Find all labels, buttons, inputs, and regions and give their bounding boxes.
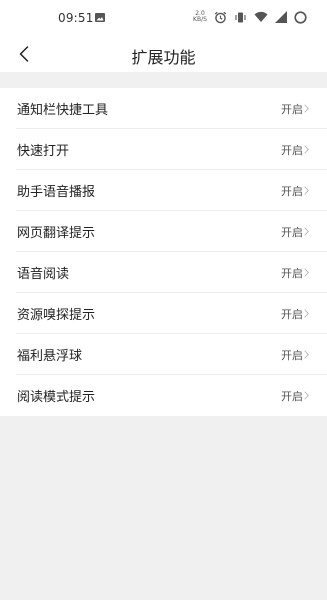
settings-item-notification-shortcuts[interactable]: 通知栏快捷工具 开启 bbox=[0, 88, 327, 129]
settings-item-value: 开启 bbox=[281, 102, 303, 116]
settings-item-label: 资源嗅探提示 bbox=[17, 308, 96, 323]
settings-item-label: 福利悬浮球 bbox=[17, 349, 83, 364]
settings-item-value: 开启 bbox=[281, 307, 303, 321]
settings-item-voice-reading[interactable]: 语音阅读 开启 bbox=[0, 252, 327, 293]
section-spacer bbox=[0, 72, 327, 88]
status-time: 09:51 bbox=[58, 11, 94, 25]
status-bar: 09:51 2.0 KB/S bbox=[0, 0, 327, 36]
cellular-signal-icon bbox=[275, 11, 287, 23]
settings-item-welfare-ball[interactable]: 福利悬浮球 开启 bbox=[0, 334, 327, 375]
settings-item-label: 通知栏快捷工具 bbox=[17, 103, 109, 118]
chevron-right-icon bbox=[304, 227, 309, 236]
settings-item-value: 开启 bbox=[281, 184, 303, 198]
settings-item-voice-broadcast[interactable]: 助手语音播报 开启 bbox=[0, 170, 327, 211]
settings-list: 通知栏快捷工具 开启 快速打开 开启 助手语音播报 开启 网页翻译提示 开启 语… bbox=[0, 88, 327, 416]
network-speed-indicator: 2.0 KB/S bbox=[193, 11, 207, 23]
battery-icon bbox=[294, 10, 307, 24]
wifi-icon bbox=[254, 11, 268, 22]
settings-item-value: 开启 bbox=[281, 225, 303, 239]
chevron-right-icon bbox=[304, 145, 309, 154]
status-icons: 2.0 KB/S bbox=[193, 9, 307, 25]
settings-item-label: 网页翻译提示 bbox=[17, 226, 96, 241]
settings-item-value: 开启 bbox=[281, 143, 303, 157]
settings-item-label: 助手语音播报 bbox=[17, 185, 96, 200]
settings-item-label: 快速打开 bbox=[17, 144, 70, 159]
chevron-right-icon bbox=[304, 186, 309, 195]
settings-item-label: 阅读模式提示 bbox=[17, 390, 96, 405]
image-notification-icon bbox=[95, 13, 105, 22]
chevron-right-icon bbox=[304, 104, 309, 113]
page-title: 扩展功能 bbox=[131, 48, 196, 67]
settings-item-resource-sniffing[interactable]: 资源嗅探提示 开启 bbox=[0, 293, 327, 334]
chevron-right-icon bbox=[304, 268, 309, 277]
settings-item-quick-open[interactable]: 快速打开 开启 bbox=[0, 129, 327, 170]
settings-item-value: 开启 bbox=[281, 266, 303, 280]
settings-item-value: 开启 bbox=[281, 348, 303, 362]
chevron-right-icon bbox=[304, 309, 309, 318]
app-bar: 扩展功能 bbox=[0, 36, 327, 72]
alarm-icon bbox=[214, 11, 227, 23]
vibrate-icon bbox=[235, 12, 246, 22]
chevron-right-icon bbox=[304, 391, 309, 400]
settings-item-page-translation[interactable]: 网页翻译提示 开启 bbox=[0, 211, 327, 252]
settings-item-label: 语音阅读 bbox=[17, 267, 70, 282]
settings-item-reading-mode[interactable]: 阅读模式提示 开启 bbox=[0, 375, 327, 416]
network-speed-unit: KB/S bbox=[193, 16, 207, 23]
chevron-right-icon bbox=[304, 350, 309, 359]
settings-item-value: 开启 bbox=[281, 389, 303, 403]
